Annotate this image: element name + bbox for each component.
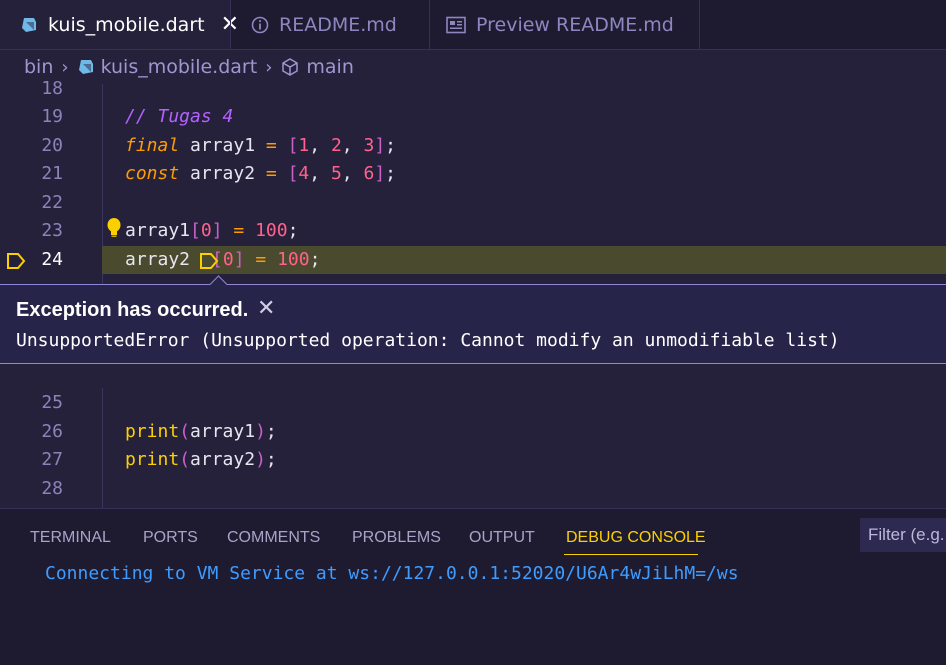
tab-label: README.md bbox=[279, 13, 397, 36]
tab-preview-readme-md[interactable]: Preview README.md bbox=[430, 0, 700, 49]
editor-tab-bar: kuis_mobile.dart ✕ README.md Preview REA… bbox=[0, 0, 946, 50]
dart-icon bbox=[77, 58, 95, 76]
info-icon bbox=[251, 16, 269, 34]
tab-label: Preview README.md bbox=[476, 13, 674, 36]
tab-label: kuis_mobile.dart bbox=[48, 13, 205, 36]
line-number: 20 bbox=[41, 135, 63, 156]
bottom-panel: TERMINAL PORTS COMMENTS PROBLEMS OUTPUT … bbox=[0, 508, 946, 665]
breadcrumb-symbol[interactable]: main bbox=[306, 56, 353, 78]
line-number: 19 bbox=[41, 106, 63, 127]
exception-title: Exception has occurred. bbox=[16, 299, 249, 321]
dart-icon bbox=[20, 16, 38, 34]
chevron-right-icon: › bbox=[265, 56, 273, 78]
tab-readme-md[interactable]: README.md bbox=[231, 0, 429, 49]
lightbulb-icon[interactable] bbox=[106, 217, 122, 243]
breadcrumb: bin › kuis_mobile.dart › main bbox=[0, 50, 946, 84]
code-line-19: // Tugas 4 bbox=[125, 106, 234, 127]
chevron-right-icon: › bbox=[61, 56, 69, 78]
code-line-20: final array1 = [1, 2, 3]; bbox=[125, 135, 397, 156]
line-number: 18 bbox=[41, 78, 63, 99]
active-tab-indicator bbox=[564, 554, 698, 555]
breadcrumb-file[interactable]: kuis_mobile.dart bbox=[101, 56, 258, 78]
code-line-26: print(array1); bbox=[125, 421, 277, 442]
close-icon[interactable]: ✕ bbox=[257, 296, 275, 321]
code-line-24: array2 [0] = 100; bbox=[125, 249, 321, 270]
indent-guide bbox=[102, 388, 103, 508]
tab-problems[interactable]: PROBLEMS bbox=[352, 529, 441, 547]
tab-comments[interactable]: COMMENTS bbox=[227, 529, 320, 547]
tab-ports[interactable]: PORTS bbox=[143, 529, 198, 547]
code-line-21: const array2 = [4, 5, 6]; bbox=[125, 163, 397, 184]
line-number: 23 bbox=[41, 220, 63, 241]
line-number: 21 bbox=[41, 163, 63, 184]
debug-stopped-icon bbox=[6, 252, 26, 274]
cube-icon bbox=[280, 57, 300, 77]
line-number: 28 bbox=[41, 478, 63, 499]
line-number: 22 bbox=[41, 192, 63, 213]
tab-debug-console[interactable]: DEBUG CONSOLE bbox=[566, 529, 706, 547]
line-number: 27 bbox=[41, 449, 63, 470]
tab-output[interactable]: OUTPUT bbox=[469, 529, 535, 547]
console-output-line: Connecting to VM Service at ws://127.0.0… bbox=[45, 563, 739, 584]
tab-divider bbox=[699, 0, 700, 49]
tab-kuis-mobile-dart[interactable]: kuis_mobile.dart ✕ bbox=[0, 0, 239, 49]
exception-widget: Exception has occurred. ✕ UnsupportedErr… bbox=[0, 275, 946, 364]
line-number: 26 bbox=[41, 421, 63, 442]
preview-icon bbox=[446, 16, 466, 34]
tab-terminal[interactable]: TERMINAL bbox=[30, 529, 111, 547]
code-line-23: array1[0] = 100; bbox=[125, 220, 299, 241]
filter-input[interactable]: Filter (e.g. bbox=[860, 518, 946, 552]
line-number: 25 bbox=[41, 392, 63, 413]
breadcrumb-folder[interactable]: bin bbox=[24, 56, 53, 78]
code-line-27: print(array2); bbox=[125, 449, 277, 470]
exception-message: UnsupportedError (Unsupported operation:… bbox=[16, 330, 840, 351]
debug-stopped-icon bbox=[199, 252, 219, 274]
